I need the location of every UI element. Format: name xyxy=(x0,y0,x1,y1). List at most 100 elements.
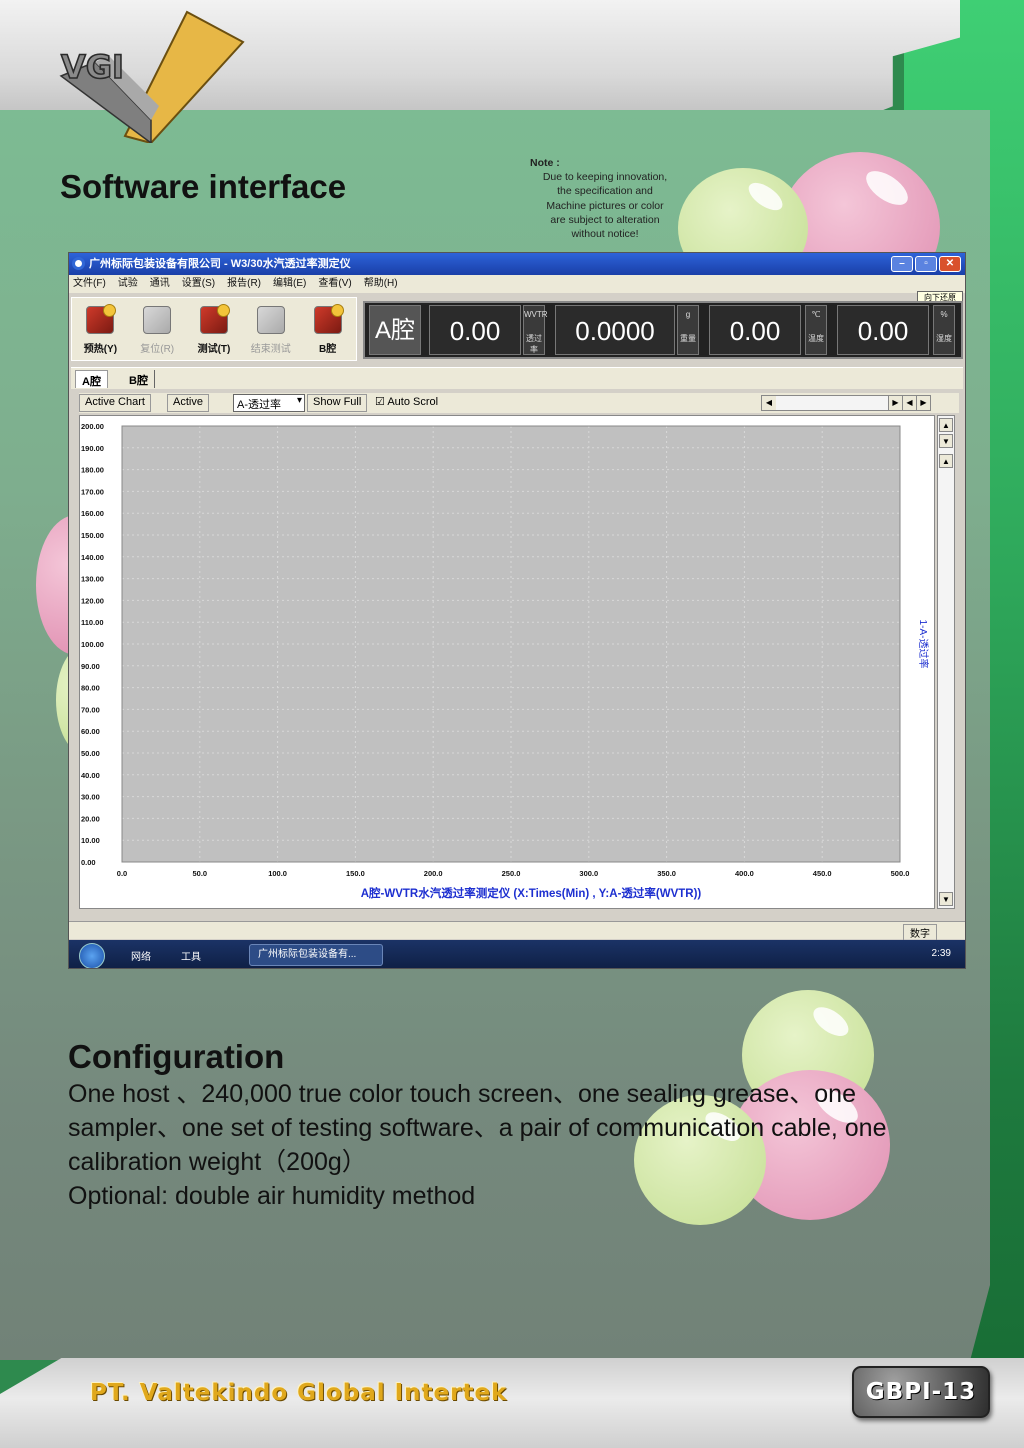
start-test-button[interactable]: 测试(T) xyxy=(186,298,243,360)
disclaimer-note: Note : Due to keeping innovation, the sp… xyxy=(530,156,680,241)
vertical-scrollbar[interactable]: ▲ ▼ ▲ ▼ xyxy=(937,415,955,909)
preheat-button[interactable]: 预热(Y) xyxy=(72,298,129,360)
gear-icon xyxy=(86,304,117,334)
minimize-icon[interactable]: – xyxy=(891,256,913,272)
menu-view[interactable]: 查看(V) xyxy=(318,275,351,293)
menu-bar: 文件(F) 试验 通讯 设置(S) 报告(R) 编辑(E) 查看(V) 帮助(H… xyxy=(69,275,965,293)
tool-label: 复位(R) xyxy=(140,344,175,355)
os-taskbar: 网络 工具 广州标际包装设备有... 2:39 xyxy=(69,940,965,968)
temperature-value: 0.00 xyxy=(709,305,801,355)
close-icon[interactable]: ✕ xyxy=(939,256,961,272)
series-select[interactable]: A-透过率 xyxy=(233,394,305,412)
tab-chamber-b[interactable]: B腔 xyxy=(123,370,155,388)
scroll-top-icon[interactable]: ▲ xyxy=(939,454,953,468)
chart-controls: Active Chart Active A-透过率 Show Full ☑ Au… xyxy=(79,393,959,413)
taskbar-item-tools[interactable]: 工具 xyxy=(181,948,201,963)
active-chart-button[interactable]: Active Chart xyxy=(79,394,151,412)
software-window: 广州标际包装设备有限公司 - W3/30水汽透过率测定仪 – ▫ ✕ 文件(F)… xyxy=(68,252,966,969)
wvtr-value: 0.00 xyxy=(429,305,521,355)
menu-report[interactable]: 报告(R) xyxy=(227,275,261,293)
horizontal-scrollbar[interactable]: ◀ ▶ ◀ ▶ xyxy=(761,395,931,411)
y-tick-label: 70.00 xyxy=(81,705,100,714)
tab-chamber-a[interactable]: A腔 xyxy=(75,370,108,388)
wvtr-unit: WVTR 透过率 xyxy=(523,305,548,355)
menu-file[interactable]: 文件(F) xyxy=(73,275,106,293)
taskbar-item-network[interactable]: 网络 xyxy=(131,948,151,963)
gear-icon xyxy=(313,304,344,334)
note-line: without notice! xyxy=(571,228,639,241)
menu-help[interactable]: 帮助(H) xyxy=(364,275,398,293)
weight-value: 0.0000 xyxy=(555,305,675,355)
section-title: Software interface xyxy=(60,168,347,205)
y-tick-label: 90.00 xyxy=(81,662,100,671)
y-tick-label: 200.00 xyxy=(81,422,104,431)
y-tick-label: 120.00 xyxy=(81,596,104,605)
chamber-b-button[interactable]: B腔 xyxy=(299,298,356,360)
tool-label: 结束测试 xyxy=(250,344,291,355)
x-tick-label: 150.0 xyxy=(346,869,365,878)
x-tick-label: 300.0 xyxy=(579,869,598,878)
gear-icon xyxy=(256,306,285,334)
y-tick-label: 180.00 xyxy=(81,466,104,475)
x-tick-label: 350.0 xyxy=(657,869,676,878)
x-tick-label: 400.0 xyxy=(735,869,754,878)
x-tick-label: 200.0 xyxy=(424,869,443,878)
scroll-right-icon[interactable]: ▶ xyxy=(888,396,902,410)
gear-icon xyxy=(143,306,172,334)
humidity-unit: % 湿度 xyxy=(933,305,955,355)
wvtr-chart: 0.00 10.00 20.00 30.00 40.00 50.00 60.00 70.00 8… xyxy=(81,422,930,900)
gear-icon xyxy=(199,304,230,334)
scroll-next-icon[interactable]: ▶ xyxy=(916,396,930,410)
humidity-value: 0.00 xyxy=(837,305,929,355)
scroll-prev-icon[interactable]: ◀ xyxy=(902,396,916,410)
scroll-bottom-icon[interactable]: ▼ xyxy=(939,892,953,906)
configuration-body: One host 、240,000 true color touch scree… xyxy=(68,1077,968,1213)
configuration-line: sampler、one set of testing software、a pa… xyxy=(68,1114,887,1142)
restore-icon[interactable]: ▫ xyxy=(915,256,937,272)
page-code-badge: GBPI-13 xyxy=(852,1366,990,1418)
menu-comm[interactable]: 通讯 xyxy=(150,275,170,293)
menu-settings[interactable]: 设置(S) xyxy=(182,275,215,293)
toolbar: 预热(Y) 复位(R) 测试(T) 结束测试 B腔 xyxy=(71,297,357,361)
y-tick-label: 60.00 xyxy=(81,727,100,736)
y-tick-label: 150.00 xyxy=(81,531,104,540)
reset-button[interactable]: 复位(R) xyxy=(129,298,186,360)
configuration-line: Optional: double air humidity method xyxy=(68,1182,476,1210)
menu-edit[interactable]: 编辑(E) xyxy=(273,275,306,293)
configuration-line: calibration weight（200g） xyxy=(68,1148,367,1176)
logo-text: VGI xyxy=(61,48,124,86)
taskbar-active-app[interactable]: 广州标际包装设备有... xyxy=(249,944,383,966)
chart-area: 0.00 10.00 20.00 30.00 40.00 50.00 60.00 70.00 8… xyxy=(79,415,935,909)
window-titlebar: 广州标际包装设备有限公司 - W3/30水汽透过率测定仪 – ▫ ✕ xyxy=(69,253,965,275)
y-tick-label: 80.00 xyxy=(81,684,100,693)
status-bar: 数字 xyxy=(69,921,965,941)
tool-label: B腔 xyxy=(318,344,337,355)
status-numlock: 数字 xyxy=(903,924,937,941)
y-tick-label: 130.00 xyxy=(81,575,104,584)
temperature-unit: ℃ 温度 xyxy=(805,305,827,355)
y-tick-label: 110.00 xyxy=(81,618,104,627)
show-full-button[interactable]: Show Full xyxy=(307,394,368,412)
active-button[interactable]: Active xyxy=(167,394,209,412)
menu-test[interactable]: 试验 xyxy=(118,275,138,293)
y-tick-label: 170.00 xyxy=(81,487,104,496)
start-button-icon[interactable] xyxy=(79,943,105,968)
y-tick-label: 30.00 xyxy=(81,793,100,802)
vgi-logo: VGI xyxy=(59,10,245,143)
auto-scroll-checkbox[interactable]: ☑ Auto Scrol xyxy=(373,394,440,412)
note-line: are subject to alteration xyxy=(550,213,660,226)
end-test-button[interactable]: 结束测试 xyxy=(242,298,299,360)
y-tick-label: 140.00 xyxy=(81,553,104,562)
configuration-title: Configuration xyxy=(68,1038,285,1075)
scroll-down-icon[interactable]: ▼ xyxy=(939,434,953,448)
x-tick-label: 250.0 xyxy=(502,869,521,878)
tool-label: 测试(T) xyxy=(197,344,231,355)
chart-title: A腔-WVTR水汽透过率测定仪 (X:Times(Min) , Y:A-透过率(… xyxy=(361,886,702,900)
chamber-label: A腔 xyxy=(369,305,421,355)
y-tick-label: 40.00 xyxy=(81,771,100,780)
scroll-left-icon[interactable]: ◀ xyxy=(762,396,776,410)
scroll-up-icon[interactable]: ▲ xyxy=(939,418,953,432)
chamber-tabs: A腔 B腔 xyxy=(71,367,963,389)
y-tick-label: 20.00 xyxy=(81,814,100,823)
tool-label: 预热(Y) xyxy=(83,344,118,355)
